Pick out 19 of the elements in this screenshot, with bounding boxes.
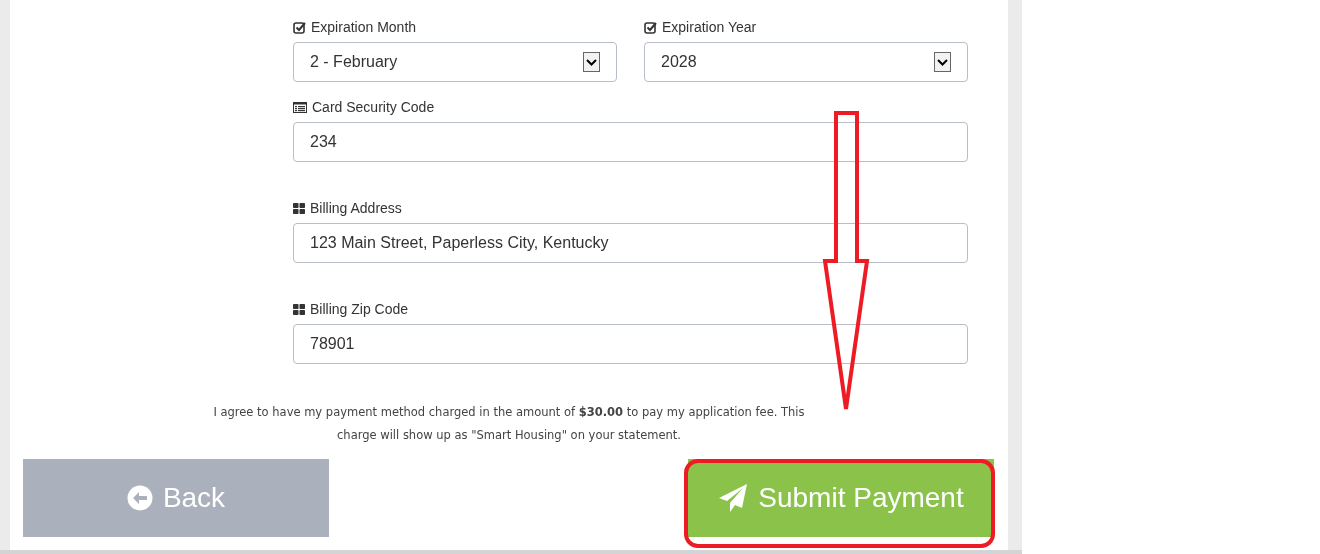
checkbox-icon <box>293 20 306 34</box>
grid-icon <box>293 303 305 315</box>
list-icon <box>293 101 307 113</box>
select-field[interactable]: 2028 <box>644 42 968 82</box>
input-field[interactable]: 234 <box>293 122 968 162</box>
paper-plane-icon <box>718 483 749 513</box>
field-label: Billing Address <box>310 198 402 218</box>
field-label: Expiration Month <box>311 17 417 37</box>
dropdown-icon <box>583 52 600 72</box>
input-field[interactable]: 78901 <box>293 324 968 364</box>
field-label: Billing Zip Code <box>310 299 409 319</box>
field-label: Expiration Year <box>662 17 757 37</box>
select-field[interactable]: 2 - February <box>293 42 617 82</box>
field-label: Card Security Code <box>312 97 435 117</box>
input-field[interactable]: 123 Main Street, Paperless City, Kentucky <box>293 223 968 263</box>
checkbox-icon <box>644 20 657 34</box>
grid-icon <box>293 202 305 214</box>
agreement-text: I agree to have my payment method charged in the amount of $30.00 to pay my application fee. This charge will show up as "Smart Housing" on your statement. <box>212 404 806 444</box>
dropdown-icon <box>934 52 951 72</box>
